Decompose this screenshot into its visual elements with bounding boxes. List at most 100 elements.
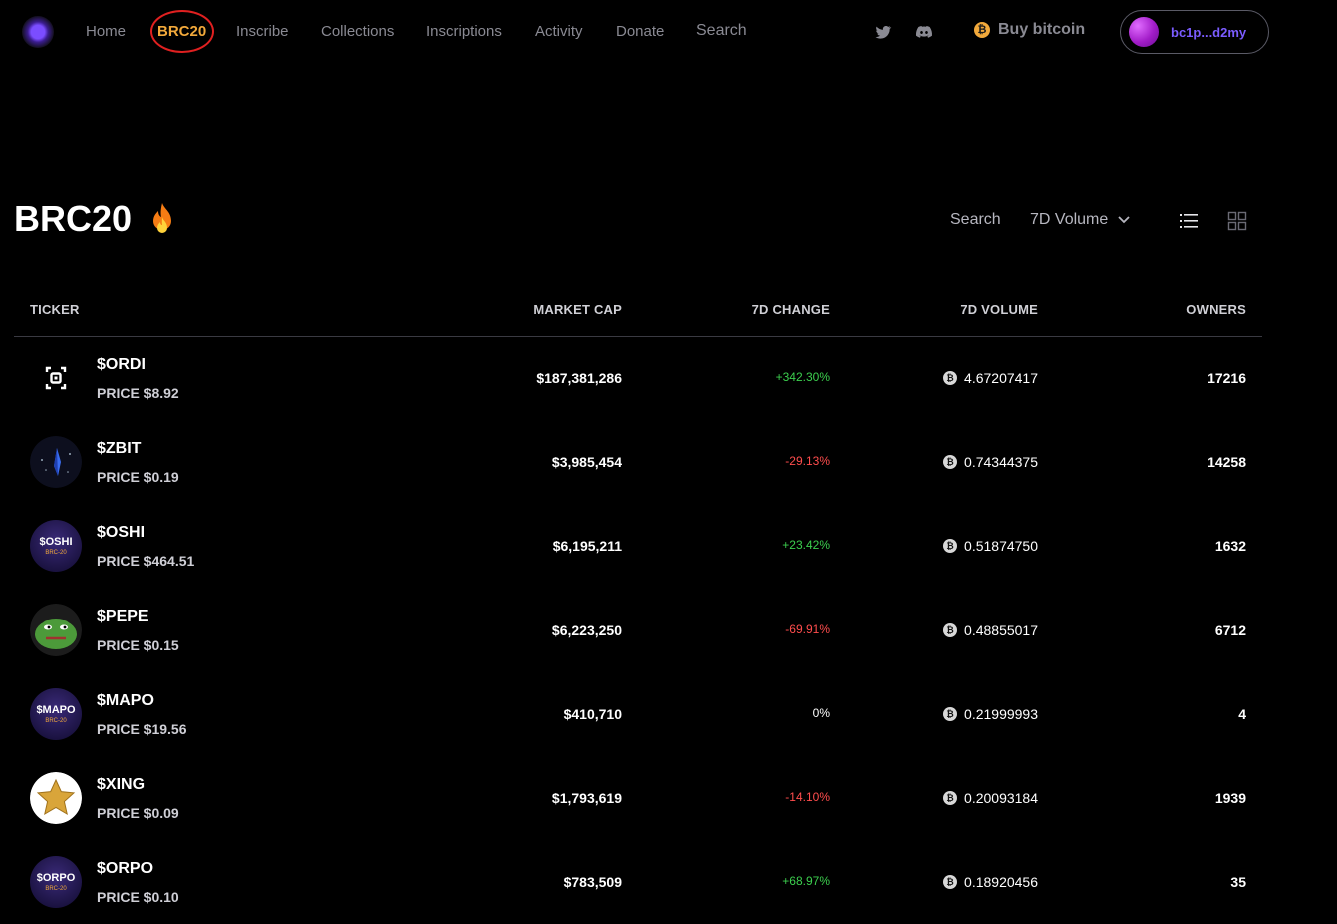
change-7d: -69.91%: [785, 622, 830, 636]
ticker-name: $OSHI: [97, 524, 146, 541]
volume-value: 0.74344375: [964, 454, 1038, 470]
twitter-icon[interactable]: [874, 23, 892, 41]
col-ticker[interactable]: TICKER: [30, 302, 80, 317]
ticker-price: PRICE $0.09: [97, 805, 179, 821]
ticker-price: PRICE $8.92: [97, 385, 179, 401]
nav-activity[interactable]: Activity: [535, 23, 583, 40]
volume-7d: ₿ 0.21999993: [943, 706, 1038, 722]
nav-search[interactable]: Search: [696, 22, 747, 40]
ordi-logo-icon: [30, 352, 82, 404]
top-nav: Home BRC20 Inscribe Collections Inscript…: [0, 0, 1337, 64]
zbit-logo-icon: [30, 436, 82, 488]
pepe-logo-icon: [30, 604, 82, 656]
page-title: BRC20: [14, 198, 133, 239]
ticker-price: PRICE $0.19: [97, 469, 179, 485]
bitcoin-icon: ₿: [943, 539, 958, 553]
nav-donate[interactable]: Donate: [616, 23, 664, 40]
market-cap: $187,381,286: [536, 370, 622, 386]
site-logo-icon[interactable]: [22, 16, 54, 48]
change-7d: 0%: [812, 706, 830, 720]
table-row[interactable]: $MAPO BRC-20 $MAPO PRICE $19.56 $410,710…: [14, 672, 1262, 756]
change-7d: +23.42%: [782, 538, 830, 552]
owners-count: 17216: [1207, 370, 1246, 386]
col-7d-volume[interactable]: 7D VOLUME: [960, 302, 1038, 317]
wallet-address: bc1p...d2my: [1171, 24, 1247, 40]
table-row[interactable]: $ZBIT PRICE $0.19 $3,985,454 -29.13% ₿ 0.…: [14, 420, 1262, 504]
ticker-name: $ORPO: [97, 860, 154, 877]
fire-icon: [153, 203, 171, 233]
grid-view-icon[interactable]: [1227, 211, 1247, 231]
market-cap: $6,223,250: [551, 622, 622, 638]
volume-value: 4.67207417: [964, 370, 1038, 386]
sort-label: 7D Volume: [1030, 211, 1109, 228]
bitcoin-icon: ₿: [943, 875, 958, 889]
ticker-name: $ORDI: [97, 356, 146, 373]
orpo-logo-icon: $ORPO BRC-20: [30, 856, 82, 908]
change-7d: -29.13%: [785, 454, 830, 468]
owners-count: 35: [1230, 874, 1246, 890]
buy-bitcoin-label: Buy bitcoin: [998, 21, 1086, 38]
volume-value: 0.48855017: [964, 622, 1038, 638]
nav-home[interactable]: Home: [86, 23, 126, 40]
bitcoin-icon: ₿: [943, 371, 958, 385]
star-logo-icon: [30, 772, 82, 824]
ticker-price: PRICE $0.10: [97, 889, 179, 905]
bitcoin-icon: ₿: [943, 455, 958, 469]
table-row[interactable]: $ORPO BRC-20 $ORPO PRICE $0.10 $783,509 …: [14, 840, 1262, 924]
list-view-icon[interactable]: [1179, 211, 1199, 231]
volume-7d: ₿ 4.67207417: [943, 370, 1038, 386]
wallet-avatar: [1129, 17, 1159, 47]
ticker-name: $PEPE: [97, 608, 149, 625]
volume-7d: ₿ 0.20093184: [943, 790, 1038, 806]
table-row[interactable]: $XING PRICE $0.09 $1,793,619 -14.10% ₿ 0.…: [14, 756, 1262, 840]
market-cap: $410,710: [563, 706, 622, 722]
nav-inscribe[interactable]: Inscribe: [236, 23, 289, 40]
market-cap: $1,793,619: [551, 790, 622, 806]
oshi-logo-icon: $OSHI BRC-20: [30, 520, 82, 572]
change-7d: -14.10%: [785, 790, 830, 804]
table-search[interactable]: Search: [950, 211, 1001, 229]
table-row[interactable]: $OSHI BRC-20 $OSHI PRICE $464.51 $6,195,…: [14, 504, 1262, 588]
market-cap: $783,509: [563, 874, 622, 890]
bitcoin-icon: ₿: [943, 623, 958, 637]
mapo-logo-icon: $MAPO BRC-20: [30, 688, 82, 740]
nav-brc20[interactable]: BRC20: [157, 23, 206, 40]
bitcoin-icon: ₿: [943, 707, 958, 721]
volume-7d: ₿ 0.48855017: [943, 622, 1038, 638]
col-7d-change[interactable]: 7D CHANGE: [752, 302, 830, 317]
table-header: TICKER MARKET CAP 7D CHANGE 7D VOLUME OW…: [14, 290, 1262, 337]
chevron-down-icon: [1118, 216, 1130, 224]
owners-count: 6712: [1214, 622, 1246, 638]
nav-collections[interactable]: Collections: [321, 23, 394, 40]
wallet-button[interactable]: bc1p...d2my: [1120, 10, 1269, 54]
bitcoin-icon: ₿: [943, 791, 958, 805]
owners-count: 1939: [1214, 790, 1246, 806]
owners-count: 1632: [1214, 538, 1246, 554]
col-market-cap[interactable]: MARKET CAP: [533, 302, 622, 317]
ticker-price: PRICE $464.51: [97, 553, 195, 569]
buy-bitcoin-button[interactable]: ₿ Buy bitcoin: [974, 21, 1085, 39]
nav-inscriptions[interactable]: Inscriptions: [426, 23, 502, 40]
volume-value: 0.21999993: [964, 706, 1038, 722]
volume-7d: ₿ 0.74344375: [943, 454, 1038, 470]
market-cap: $3,985,454: [551, 454, 622, 470]
market-cap: $6,195,211: [552, 538, 622, 554]
volume-7d: ₿ 0.51874750: [943, 538, 1038, 554]
volume-value: 0.51874750: [964, 538, 1038, 554]
owners-count: 4: [1238, 706, 1246, 722]
ticker-price: PRICE $0.15: [97, 637, 179, 653]
ticker-price: PRICE $19.56: [97, 721, 187, 737]
ticker-name: $XING: [97, 776, 146, 793]
change-7d: +342.30%: [775, 370, 830, 384]
volume-value: 0.20093184: [964, 790, 1038, 806]
table-row[interactable]: $PEPE PRICE $0.15 $6,223,250 -69.91% ₿ 0.…: [14, 588, 1262, 672]
volume-7d: ₿ 0.18920456: [943, 874, 1038, 890]
owners-count: 14258: [1207, 454, 1246, 470]
table-row[interactable]: $ORDI PRICE $8.92 $187,381,286 +342.30% …: [14, 336, 1262, 420]
volume-value: 0.18920456: [964, 874, 1038, 890]
discord-icon[interactable]: [915, 23, 933, 41]
change-7d: +68.97%: [782, 874, 830, 888]
sort-dropdown[interactable]: 7D Volume: [1030, 211, 1130, 229]
ticker-name: $ZBIT: [97, 440, 142, 457]
col-owners[interactable]: OWNERS: [1186, 302, 1246, 317]
